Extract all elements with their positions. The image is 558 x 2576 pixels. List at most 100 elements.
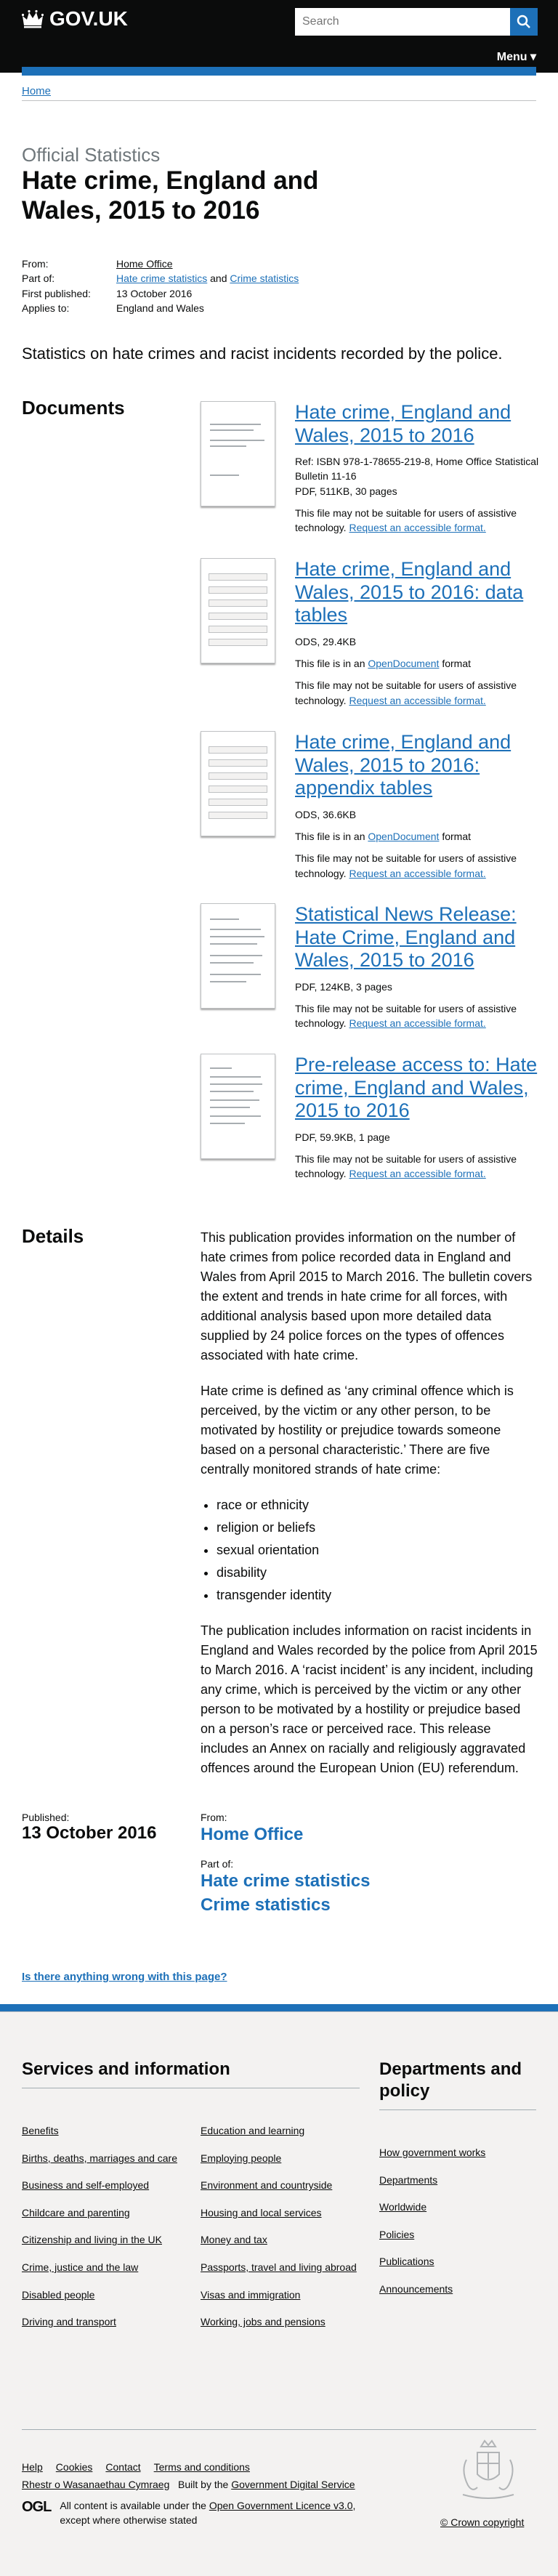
request-accessible-format-link[interactable]: Request an accessible format. <box>349 522 485 533</box>
meta-applies-to-label: Applies to: <box>22 302 70 314</box>
request-accessible-format-link[interactable]: Request an accessible format. <box>349 1168 485 1179</box>
ogl-logo: OGL <box>22 2499 52 2515</box>
footer-link[interactable]: Childcare and parenting <box>22 2206 185 2221</box>
request-accessible-format-link[interactable]: Request an accessible format. <box>349 1017 485 1029</box>
list-item: religion or beliefs <box>217 1518 538 1538</box>
document-summary: Statistics on hate crimes and racist inc… <box>22 344 503 363</box>
govuk-logo-link[interactable]: GOV.UK <box>22 7 128 31</box>
meta-part-of-label: Part of: <box>22 272 55 285</box>
meta-first-published-label: First published: <box>22 287 91 299</box>
pdf-thumbnail[interactable] <box>201 1054 275 1159</box>
footer-link[interactable]: Education and learning <box>201 2124 364 2139</box>
document-type: Official Statistics <box>22 144 161 166</box>
spreadsheet-thumbnail[interactable] <box>201 731 275 836</box>
footer-link[interactable]: Visas and immigration <box>201 2288 364 2303</box>
footer-link[interactable]: Worldwide <box>379 2200 532 2215</box>
footer-link[interactable]: Policies <box>379 2228 532 2242</box>
menu-button[interactable]: Menu ▾ <box>497 49 536 64</box>
footer-link[interactable]: Money and tax <box>201 2233 364 2248</box>
welsh-services-link[interactable]: Rhestr o Wasanaethau Cymraeg <box>22 2479 169 2490</box>
published-from-link[interactable]: Home Office <box>201 1823 535 1846</box>
footer-link[interactable]: Departments <box>379 2173 532 2188</box>
search-input[interactable] <box>295 8 510 36</box>
published-part-of-label: Part of: <box>201 1858 234 1870</box>
meta-first-published-value: 13 October 2016 <box>116 287 193 299</box>
services-column-2: Education and learning Employing people … <box>201 2124 364 2343</box>
help-link[interactable]: Help <box>22 2461 43 2473</box>
licence-block: OGL All content is available under the O… <box>22 2499 379 2527</box>
request-accessible-format-link[interactable]: Request an accessible format. <box>349 695 485 706</box>
footer-link[interactable]: Environment and countryside <box>201 2179 364 2193</box>
attachment-title-link[interactable]: Pre-release access to: Hate crime, Engla… <box>295 1054 542 1123</box>
opendocument-link[interactable]: OpenDocument <box>368 658 439 669</box>
attachment-file-info: PDF, 511KB, 30 pages <box>295 485 397 497</box>
footer-link[interactable]: How government works <box>379 2146 532 2160</box>
footer-link[interactable]: Driving and transport <box>22 2315 185 2330</box>
published-date: 13 October 2016 <box>22 1823 157 1843</box>
request-accessible-format-link[interactable]: Request an accessible format. <box>349 868 485 879</box>
licence-prefix: All content is available under the <box>60 2500 206 2511</box>
page-title: Hate crime, England and Wales, 2015 to 2… <box>22 166 319 225</box>
list-item: disability <box>217 1563 538 1583</box>
pdf-thumbnail[interactable] <box>201 903 275 1009</box>
spreadsheet-thumbnail[interactable] <box>201 558 275 663</box>
footer-top-rule <box>0 2004 558 2011</box>
details-heading: Details <box>22 1225 84 1247</box>
footer-meta-links: Help Cookies Contact Terms and condition… <box>22 2461 250 2473</box>
details-body: This publication provides information on… <box>201 1228 538 1794</box>
contact-link[interactable]: Contact <box>105 2461 140 2473</box>
crown-icon <box>22 9 44 28</box>
menu-label: Menu <box>496 51 527 63</box>
footer-link[interactable]: Passports, travel and living abroad <box>201 2261 364 2275</box>
footer-link[interactable]: Births, deaths, marriages and care <box>22 2152 185 2166</box>
breadcrumb-home[interactable]: Home <box>22 85 51 97</box>
crown-copyright-link[interactable]: © Crown copyright <box>440 2516 524 2528</box>
departments-column: How government works Departments Worldwi… <box>379 2146 532 2310</box>
details-paragraph-1: This publication provides information on… <box>201 1230 533 1362</box>
list-item: race or ethnicity <box>217 1495 538 1515</box>
attachment-title-link[interactable]: Statistical News Release: Hate Crime, En… <box>295 903 542 972</box>
attachment-title-link[interactable]: Hate crime, England and Wales, 2015 to 2… <box>295 558 542 627</box>
cookies-link[interactable]: Cookies <box>56 2461 93 2473</box>
licence-link[interactable]: Open Government Licence v3.0 <box>209 2500 353 2511</box>
breadcrumb-divider <box>22 100 536 101</box>
meta-part-of-link-hate-crime[interactable]: Hate crime statistics <box>116 272 207 284</box>
logo-text: GOV.UK <box>49 7 128 30</box>
search-button[interactable] <box>510 8 538 36</box>
footer-link[interactable]: Crime, justice and the law <box>22 2261 185 2275</box>
published-label: Published: <box>22 1812 70 1823</box>
opendocument-link[interactable]: OpenDocument <box>368 831 439 842</box>
built-by-prefix: Built by the <box>178 2479 229 2490</box>
published-part-of-link-crime[interactable]: Crime statistics <box>201 1894 535 1917</box>
built-by: Rhestr o Wasanaethau Cymraeg Built by th… <box>22 2479 355 2490</box>
report-problem-link[interactable]: Is there anything wrong with this page? <box>22 1971 227 1983</box>
footer-link[interactable]: Business and self-employed <box>22 2179 185 2193</box>
gds-link[interactable]: Government Digital Service <box>231 2479 355 2490</box>
footer-link[interactable]: Working, jobs and pensions <box>201 2315 364 2330</box>
footer-bottom-rule <box>22 2429 536 2430</box>
footer-link[interactable]: Citizenship and living in the UK <box>22 2233 185 2248</box>
attachment-file-info: ODS, 29.4KB <box>295 635 357 647</box>
attachment-file-info: ODS, 36.6KB <box>295 808 357 820</box>
footer-link[interactable]: Housing and local services <box>201 2206 364 2221</box>
footer-link[interactable]: Announcements <box>379 2282 532 2297</box>
meta-part-of-link-crime[interactable]: Crime statistics <box>230 272 299 284</box>
footer-link[interactable]: Publications <box>379 2255 532 2269</box>
header-blue-bar <box>22 67 536 76</box>
footer-link[interactable]: Disabled people <box>22 2288 185 2303</box>
site-header: GOV.UK Menu ▾ <box>0 0 558 73</box>
published-block: Published: 13 October 2016 <box>22 1812 156 1844</box>
meta-from-link[interactable]: Home Office <box>116 257 173 271</box>
attachment-title-link[interactable]: Hate crime, England and Wales, 2015 to 2… <box>295 731 542 800</box>
details-paragraph-2: Hate crime is defined as ‘any criminal o… <box>201 1384 514 1477</box>
footer-link[interactable]: Employing people <box>201 2152 364 2166</box>
attachment-title-link[interactable]: Hate crime, England and Wales, 2015 to 2… <box>295 401 542 447</box>
meta-from-label: From: <box>22 258 49 270</box>
document-metadata: From: Home Office Part of: Hate crime st… <box>22 257 299 315</box>
terms-link[interactable]: Terms and conditions <box>154 2461 250 2473</box>
published-part-of-link-hate-crime[interactable]: Hate crime statistics <box>201 1870 535 1893</box>
search-form <box>295 8 538 36</box>
pdf-thumbnail[interactable] <box>201 401 275 506</box>
details-paragraph-3: The publication includes information on … <box>201 1623 538 1775</box>
footer-link[interactable]: Benefits <box>22 2124 185 2139</box>
